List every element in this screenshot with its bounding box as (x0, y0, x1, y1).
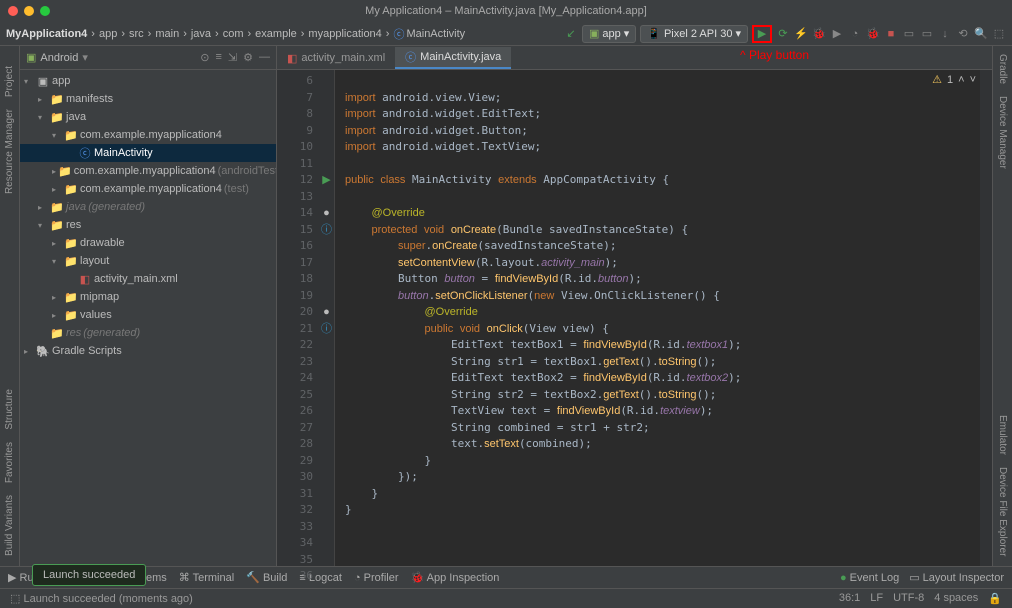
run-config-dropdown[interactable]: ▣app▾ (582, 25, 636, 43)
window-title: My Application4 – MainActivity.java [My_… (0, 5, 1012, 17)
run-play-annot: ▶ (752, 25, 772, 43)
window-controls[interactable] (8, 6, 50, 16)
sdk-icon[interactable]: ▭ (920, 27, 934, 41)
tool-device-manager[interactable]: Device Manager (997, 96, 1008, 169)
line-gutter[interactable]: 6789101112131415161718192021222324252627… (277, 70, 319, 566)
sync-icon[interactable]: ↙ (564, 27, 578, 41)
sdk2-icon[interactable]: ↓ (938, 27, 952, 41)
tool-event-log[interactable]: ● Event Log (840, 572, 899, 584)
launch-toast: Launch succeeded (32, 564, 146, 586)
project-panel: ▣Android▾ ⊙ ≡ ⇲ ⚙ — ▾▣app ▸📁manifests ▾📁… (20, 46, 277, 566)
collapse-icon[interactable]: ≡ (215, 51, 221, 64)
play-annotation: ^ Play button (740, 48, 809, 62)
caret-pos[interactable]: 36:1 (839, 592, 860, 605)
breadcrumb[interactable]: MyApplication4› app› src› main› java› co… (6, 26, 465, 42)
expand-icon[interactable]: ⇲ (228, 51, 237, 64)
nav-bar: MyApplication4› app› src› main› java› co… (0, 22, 1012, 46)
tab-activity-main[interactable]: ◧activity_main.xml (277, 47, 395, 69)
tab-main-activity[interactable]: ⓒMainActivity.java (395, 47, 511, 69)
profile-icon[interactable]: ◔ (848, 27, 862, 41)
code-area[interactable]: import android.view.View; import android… (335, 70, 980, 566)
max-dot[interactable] (40, 6, 50, 16)
right-tool-strip[interactable]: Gradle Device Manager Emulator Device Fi… (992, 46, 1012, 566)
bottom-tool-bar: ▶ Run ≣ TODO ⚠ Problems ⌘ Terminal 🔨 Bui… (0, 566, 1012, 588)
tool-gradle[interactable]: Gradle (997, 54, 1008, 84)
editor-warnings[interactable]: ⚠1˄˅ (932, 73, 976, 86)
tool-device-file-explorer[interactable]: Device File Explorer (997, 467, 1008, 556)
tool-favorites[interactable]: Favorites (4, 442, 15, 483)
editor-tabs: ◧activity_main.xml ⓒMainActivity.java (277, 46, 992, 70)
tool-build[interactable]: 🔨 Build (246, 571, 287, 584)
tool-layout-inspector[interactable]: ▭ Layout Inspector (909, 571, 1004, 584)
tool-build-variants[interactable]: Build Variants (4, 495, 15, 556)
run-button[interactable]: ▶ (755, 27, 769, 41)
tool-app-inspection[interactable]: 🐞 App Inspection (410, 571, 499, 584)
tool-terminal[interactable]: ⌘ Terminal (179, 571, 234, 584)
editor-body[interactable]: ⚠1˄˅ 67891011121314151617181920212223242… (277, 70, 992, 566)
tree-main-activity: ⓒMainActivity (20, 144, 276, 162)
lock-icon[interactable]: 🔒 (988, 592, 1002, 605)
tool-project[interactable]: Project (4, 66, 15, 97)
indent[interactable]: 4 spaces (934, 592, 978, 605)
scroll-from-icon[interactable]: ⊙ (200, 51, 209, 64)
search-icon[interactable]: 🔍 (974, 27, 988, 41)
avd-icon[interactable]: ▭ (902, 27, 916, 41)
status-bar: ⬚ Launch succeeded (moments ago) 36:1 LF… (0, 588, 1012, 608)
stop-icon[interactable]: ■ (884, 27, 898, 41)
encoding[interactable]: UTF-8 (893, 592, 924, 605)
tool-resource-manager[interactable]: Resource Manager (4, 109, 15, 194)
toolbar: ↙ ▣app▾ 📱Pixel 2 API 30▾ ▶ ⟳ ⚡ 🐞 ▶ ◔ 🐞 ■… (564, 25, 1006, 43)
close-dot[interactable] (8, 6, 18, 16)
project-tree[interactable]: ▾▣app ▸📁manifests ▾📁java ▾📁com.example.m… (20, 70, 276, 566)
apply-code-icon[interactable]: ⚡ (794, 27, 808, 41)
tool-profiler[interactable]: ◔ Profiler (354, 572, 399, 584)
titlebar: My Application4 – MainActivity.java [My_… (0, 0, 1012, 22)
left-tool-strip[interactable]: Project Resource Manager Structure Favor… (0, 46, 20, 566)
hide-icon[interactable]: — (259, 51, 270, 64)
coverage-icon[interactable]: ▶ (830, 27, 844, 41)
editor: ◧activity_main.xml ⓒMainActivity.java ⚠1… (277, 46, 992, 566)
min-dot[interactable] (24, 6, 34, 16)
status-message: Launch succeeded (moments ago) (23, 593, 192, 605)
gear-icon[interactable]: ⚙ (243, 51, 253, 64)
tool-structure[interactable]: Structure (4, 389, 15, 430)
warn-strip[interactable] (980, 70, 992, 566)
device-dropdown[interactable]: 📱Pixel 2 API 30▾ (640, 25, 748, 43)
line-ending[interactable]: LF (870, 592, 883, 605)
project-header: ▣Android▾ ⊙ ≡ ⇲ ⚙ — (20, 46, 276, 70)
settings-icon[interactable]: ⬚ (992, 27, 1006, 41)
main-row: Project Resource Manager Structure Favor… (0, 46, 1012, 566)
attach-debugger-icon[interactable]: 🐞 (866, 27, 880, 41)
gutter-marks[interactable]: ▶●ⓘ●ⓘ (319, 70, 335, 566)
tool-emulator[interactable]: Emulator (997, 415, 1008, 455)
debug-icon[interactable]: 🐞 (812, 27, 826, 41)
apply-changes-icon[interactable]: ⟳ (776, 27, 790, 41)
gradle-icon[interactable]: ⟲ (956, 27, 970, 41)
